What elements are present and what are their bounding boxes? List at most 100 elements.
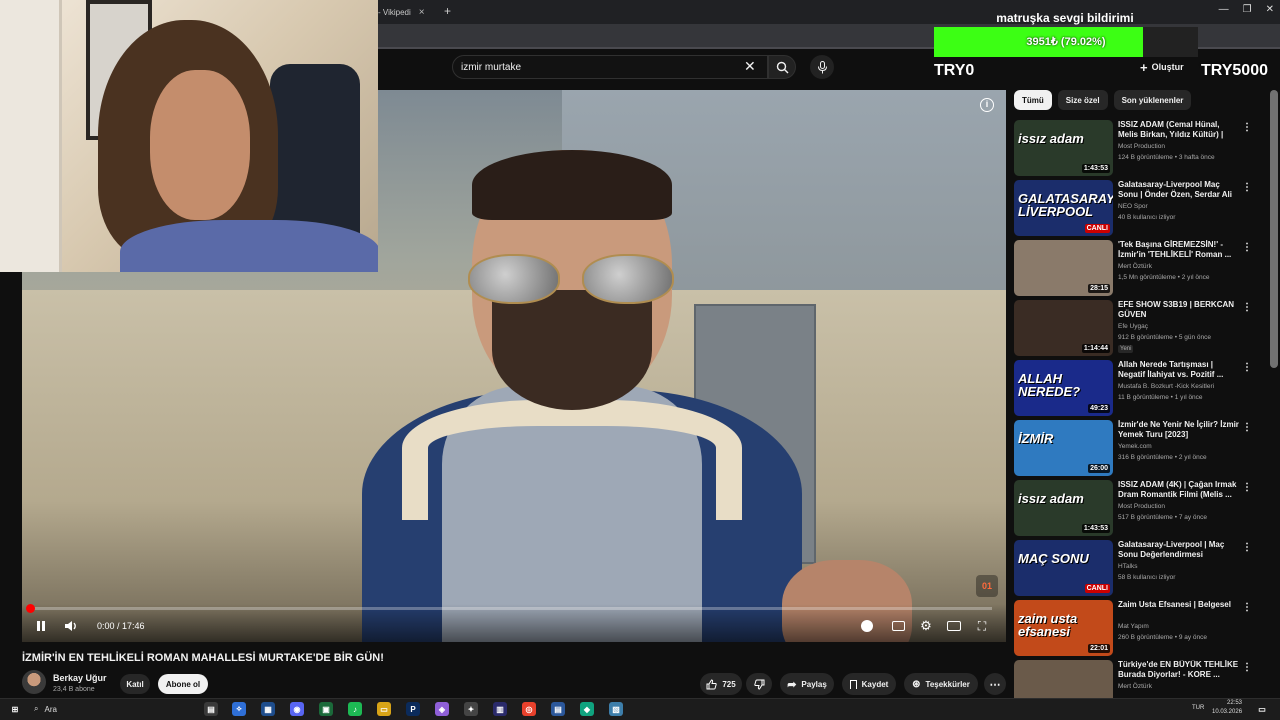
app-icon[interactable]: ▤ xyxy=(551,702,565,716)
more-icon[interactable]: ⋮ xyxy=(1242,542,1252,553)
channel-watermark[interactable]: 01 xyxy=(976,575,998,597)
app-icon[interactable]: ▣ xyxy=(319,702,333,716)
save-button[interactable]: Kaydet xyxy=(842,673,896,695)
channel-name[interactable]: HTalks xyxy=(1118,563,1138,570)
new-tab-icon[interactable]: + xyxy=(444,4,451,18)
volume-button[interactable] xyxy=(63,618,79,634)
dislike-button[interactable] xyxy=(746,673,772,695)
more-icon[interactable]: ⋮ xyxy=(1242,602,1252,613)
tab-close-icon[interactable]: × xyxy=(419,7,425,18)
list-item[interactable]: issız adam 1:43:53 ISSIZ ADAM (4K) | Çağan… xyxy=(1014,480,1258,536)
app-icon[interactable]: ◈ xyxy=(435,702,449,716)
more-icon[interactable]: ⋮ xyxy=(1242,422,1252,433)
channel-name[interactable]: Yemek.com xyxy=(1118,443,1152,450)
video-title[interactable]: İzmir'de Ne Yenir Ne İçilir? İzmir Yemek… xyxy=(1118,420,1240,440)
app-icon[interactable]: ▥ xyxy=(493,702,507,716)
search-button[interactable] xyxy=(768,55,796,79)
channel-name[interactable]: Berkay Uğur xyxy=(53,673,107,683)
app-icon[interactable]: ▦ xyxy=(261,702,275,716)
chip-recent[interactable]: Son yüklenenler xyxy=(1113,90,1192,110)
like-button[interactable]: 725 xyxy=(700,673,742,695)
video-title[interactable]: 'Tek Başına GİREMEZSİN!' - İzmir'in 'TEH… xyxy=(1118,240,1240,260)
more-icon[interactable]: ⋮ xyxy=(1242,242,1252,253)
video-title[interactable]: Galatasaray-Liverpool | Maç Sonu Değerle… xyxy=(1118,540,1240,560)
chrome-icon[interactable]: ◎ xyxy=(522,702,536,716)
taskbar-search[interactable]: ⌕ Ara xyxy=(34,702,184,716)
subtitles-button[interactable] xyxy=(890,618,906,634)
sidebar-scrollbar[interactable] xyxy=(1270,90,1278,368)
clear-search-icon[interactable]: ✕ xyxy=(744,59,756,73)
browser-tab[interactable]: - Vikipedi × xyxy=(378,2,434,22)
theater-mode-button[interactable] xyxy=(946,618,962,634)
create-button[interactable]: + Oluştur xyxy=(1140,58,1184,76)
chip-for-you[interactable]: Size özel xyxy=(1057,90,1108,110)
progress-bar[interactable] xyxy=(26,604,992,613)
settings-button[interactable]: ⚙ xyxy=(918,618,934,634)
more-icon[interactable]: ⋮ xyxy=(1242,482,1252,493)
app-icon[interactable]: ◆ xyxy=(580,702,594,716)
more-icon[interactable]: ⋮ xyxy=(1242,662,1252,673)
more-icon[interactable]: ⋮ xyxy=(1242,362,1252,373)
subscribe-button[interactable]: Abone ol xyxy=(158,674,208,694)
voice-search-button[interactable] xyxy=(810,55,834,79)
channel-name[interactable]: Most Production xyxy=(1118,143,1165,150)
avatar[interactable] xyxy=(22,670,46,694)
more-icon[interactable]: ⋮ xyxy=(1242,122,1252,133)
video-title[interactable]: Galatasaray-Liverpool Maç Sonu | Önder Ö… xyxy=(1118,180,1240,200)
app-icon[interactable]: ✦ xyxy=(464,702,478,716)
channel-name[interactable]: Mert Öztürk xyxy=(1118,263,1152,270)
task-view-icon[interactable]: ▤ xyxy=(204,702,218,716)
share-button[interactable]: ➦ Paylaş xyxy=(780,673,834,695)
autoplay-toggle[interactable] xyxy=(860,618,874,634)
video-thumbnail[interactable]: MAÇ SONU CANLI xyxy=(1014,540,1113,596)
channel-name[interactable]: Mat Yapım xyxy=(1118,623,1149,630)
more-actions-button[interactable]: ⋯ xyxy=(984,673,1006,695)
input-language[interactable]: TUR xyxy=(1192,705,1204,711)
video-thumbnail[interactable]: issız adam 1:43:53 xyxy=(1014,120,1113,176)
chip-all[interactable]: Tümü xyxy=(1014,90,1052,110)
join-button[interactable]: Katıl xyxy=(120,674,150,694)
close-window-icon[interactable]: ✕ xyxy=(1266,4,1274,15)
app-icon[interactable]: ▧ xyxy=(609,702,623,716)
video-title[interactable]: EFE SHOW S3B19 | BERKCAN GÜVEN xyxy=(1118,300,1240,320)
video-thumbnail[interactable]: 1:14:44 xyxy=(1014,300,1113,356)
info-icon[interactable]: i xyxy=(980,98,994,112)
discord-icon[interactable]: ◉ xyxy=(290,702,304,716)
channel-name[interactable]: NEO Spor xyxy=(1118,203,1148,210)
search-input[interactable]: izmir murtake xyxy=(452,55,768,79)
list-item[interactable]: GALATASARAY LİVERPOOL CANLI Galatasaray-Li… xyxy=(1014,180,1258,236)
photoshop-icon[interactable]: P xyxy=(406,702,420,716)
video-title[interactable]: ISSIZ ADAM (Cemal Hünal, Melis Birkan, Y… xyxy=(1118,120,1240,140)
maximize-icon[interactable]: ❐ xyxy=(1243,4,1252,15)
app-icon[interactable]: ⟡ xyxy=(232,702,246,716)
list-item[interactable]: İZMİR 26:00 İzmir'de Ne Yenir Ne İçilir? İ… xyxy=(1014,420,1258,476)
list-item[interactable]: 28:15 'Tek Başına GİREMEZSİN!' - İzmir'in… xyxy=(1014,240,1258,296)
video-title[interactable]: Zaim Usta Efsanesi | Belgesel xyxy=(1118,600,1240,610)
progress-handle[interactable] xyxy=(26,604,35,613)
video-title[interactable]: Allah Nerede Tartışması | Negatif İlahiy… xyxy=(1118,360,1240,380)
video-thumbnail[interactable]: issız adam 1:43:53 xyxy=(1014,480,1113,536)
video-thumbnail[interactable]: zaim usta efsanesi 22:01 xyxy=(1014,600,1113,656)
list-item[interactable]: MAÇ SONU CANLI Galatasaray-Liverpool | Maç… xyxy=(1014,540,1258,596)
taskbar-clock[interactable]: 22:53 10.03.2026 xyxy=(1212,699,1242,717)
video-thumbnail[interactable]: ALLAH NEREDE? 49:23 xyxy=(1014,360,1113,416)
video-thumbnail[interactable]: GALATASARAY LİVERPOOL CANLI xyxy=(1014,180,1113,236)
fullscreen-button[interactable]: ⛶ xyxy=(974,618,990,634)
video-thumbnail[interactable]: 28:15 xyxy=(1014,240,1113,296)
video-title[interactable]: ISSIZ ADAM (4K) | Çağan Irmak Dram Roman… xyxy=(1118,480,1240,500)
more-icon[interactable]: ⋮ xyxy=(1242,302,1252,313)
list-item[interactable]: issız adam 1:43:53 ISSIZ ADAM (Cemal Hünal… xyxy=(1014,120,1258,176)
windows-start-icon[interactable]: ⊞ xyxy=(8,702,22,716)
video-thumbnail[interactable]: İZMİR 26:00 xyxy=(1014,420,1113,476)
notifications-icon[interactable]: ▭ xyxy=(1255,702,1269,716)
pause-button[interactable] xyxy=(34,618,48,634)
thanks-button[interactable]: ⊛ Teşekkürler xyxy=(904,673,978,695)
video-title[interactable]: Türkiye'de EN BÜYÜK TEHLİKE Burada Diyor… xyxy=(1118,660,1240,680)
minimize-icon[interactable]: — xyxy=(1219,4,1229,15)
channel-name[interactable]: Mustafa B. Bozkurt -Kick Kesitleri xyxy=(1118,383,1214,390)
channel-name[interactable]: Efe Uygaç xyxy=(1118,323,1148,330)
spotify-icon[interactable]: ♪ xyxy=(348,702,362,716)
list-item[interactable]: zaim usta efsanesi 22:01 Zaim Usta Efsanes… xyxy=(1014,600,1258,656)
folder-icon[interactable]: ▭ xyxy=(377,702,391,716)
more-icon[interactable]: ⋮ xyxy=(1242,182,1252,193)
